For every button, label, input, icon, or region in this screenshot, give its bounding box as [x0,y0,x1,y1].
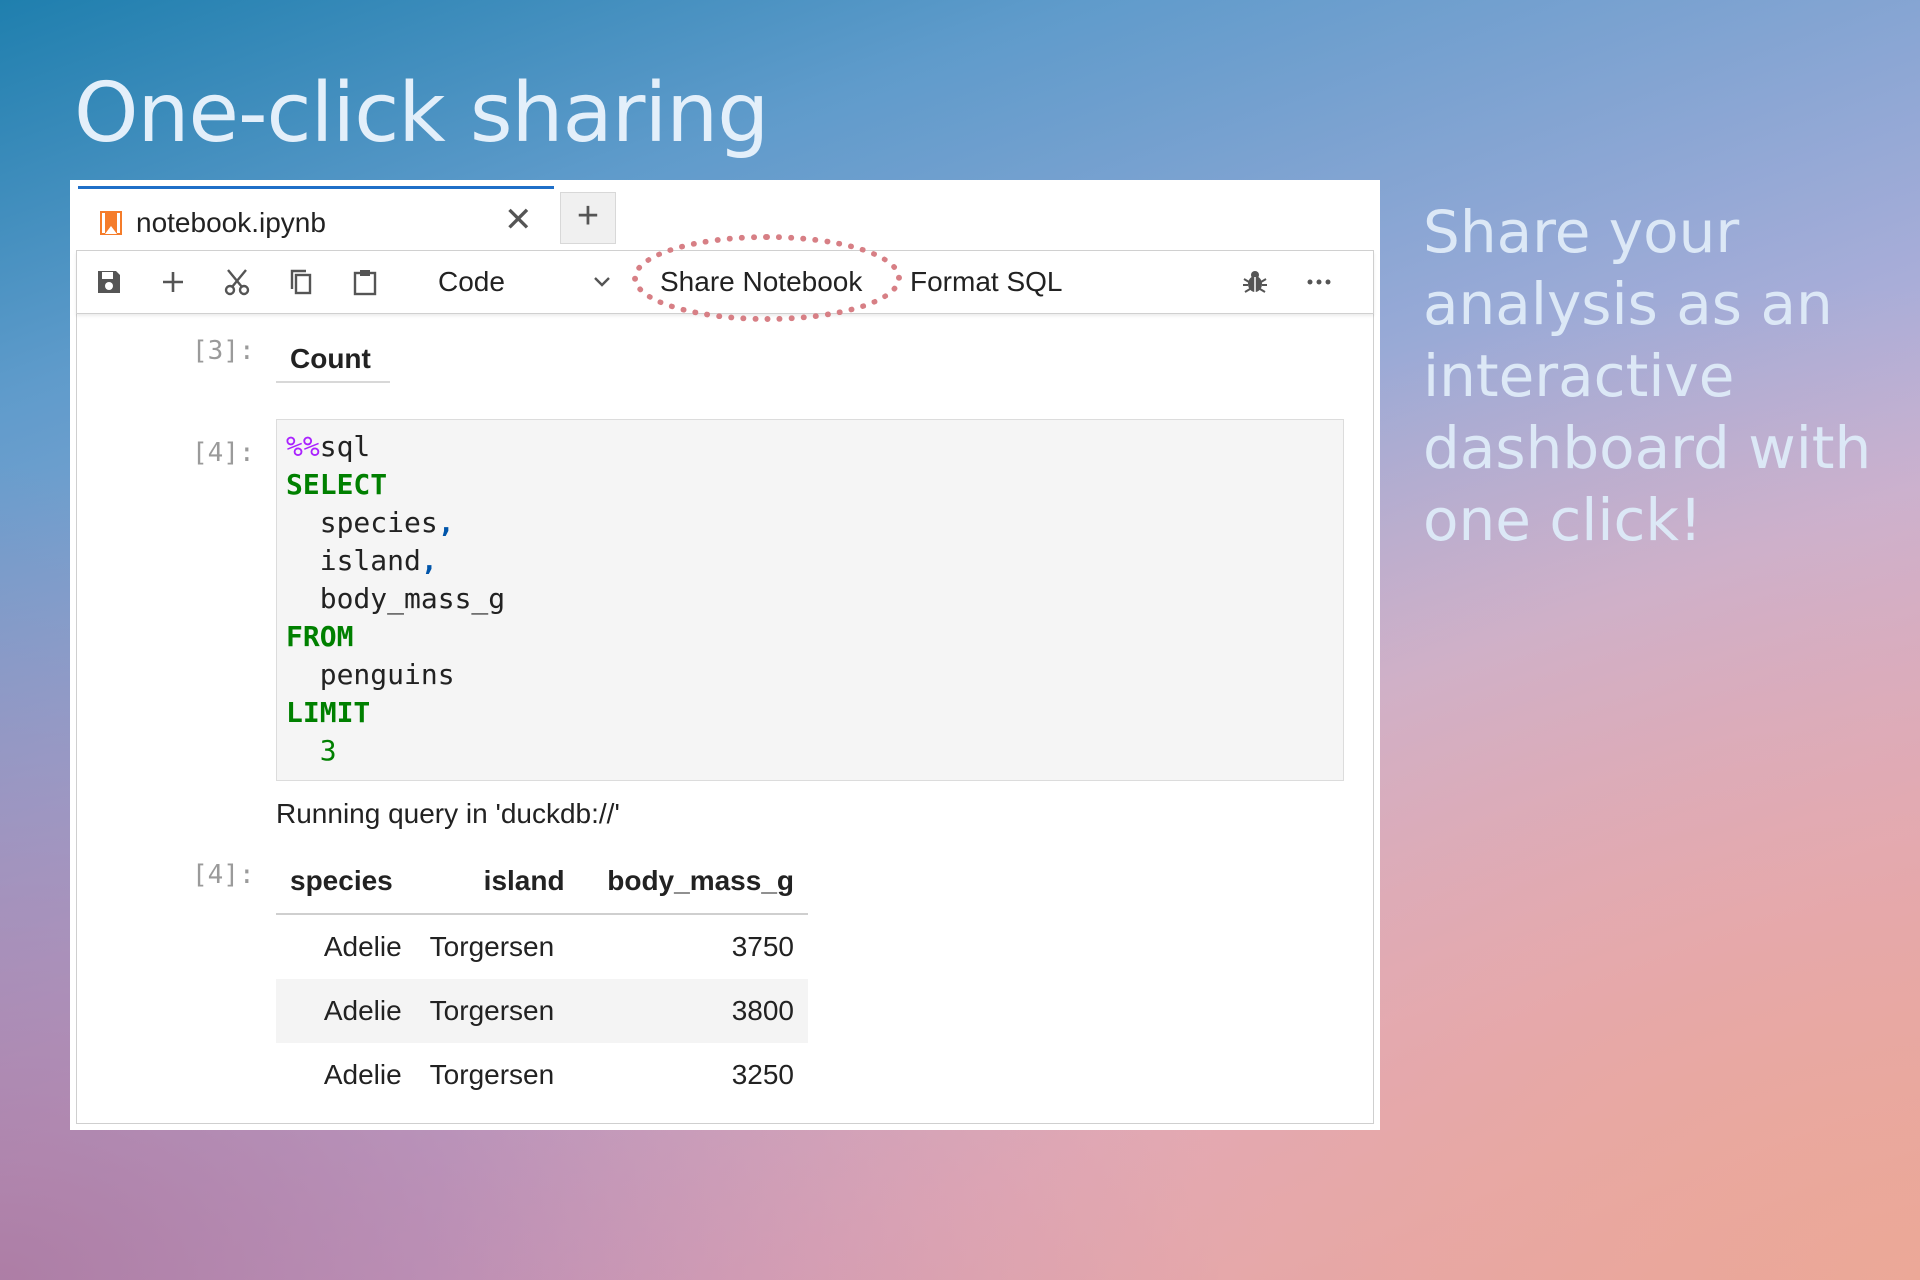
table-cell: Adelie [323,1059,402,1090]
slide-title: One-click sharing [74,66,769,161]
code-line: LIMIT [286,694,1343,732]
code-token: sql [319,430,371,463]
cut-icon[interactable] [222,267,252,297]
close-icon[interactable]: ✕ [504,203,533,237]
cell-prompt: [3]: [192,336,255,366]
code-token: penguins [286,658,455,691]
table-cell: Torgersen [415,979,579,1043]
notebook-window: notebook.ipynb ✕ + Code Share Notebook F… [70,180,1380,1130]
tab-bar: notebook.ipynb ✕ + [76,186,1374,251]
code-line: FROM [286,618,1343,656]
code-token: , [420,544,438,577]
code-line: 3 [286,732,1343,770]
table-row: Adelie Torgersen 3750 [276,914,808,979]
code-token: LIMIT [286,696,371,729]
code-line: SELECT [286,466,1343,504]
running-query-text: Running query in 'duckdb://' [276,798,620,829]
code-line: %%sql [286,428,1343,466]
cell-type-select[interactable]: Code [438,263,618,301]
paste-icon[interactable] [350,267,380,297]
table-header-row: species island body_mass_g [276,849,808,915]
code-line: body_mass_g [286,580,1343,618]
code-token: island [286,544,421,577]
tab-notebook[interactable]: notebook.ipynb ✕ [78,186,554,250]
code-token: FROM [286,620,354,653]
cell-prompt: [4]: [192,438,255,468]
table-header: body_mass_g [578,849,808,915]
code-editor[interactable]: %%sql SELECT species, island, body_mass_g… [276,419,1344,781]
code-token: %% [286,430,320,463]
table-cell: Adelie [323,931,402,962]
code-token: SELECT [286,468,388,501]
share-notebook-button[interactable]: Share Notebook [660,263,862,301]
cell-type-value: Code [438,266,505,297]
table-cell: 3750 [731,931,794,962]
count-output: Count [276,331,390,383]
add-icon[interactable] [158,267,188,297]
notebook-icon [100,211,122,235]
code-token: 3 [286,734,337,767]
code-line: island, [286,542,1343,580]
code-token: species [286,506,438,539]
result-table: species island body_mass_g Adelie Torger… [276,849,808,1107]
format-sql-button[interactable]: Format SQL [910,263,1062,301]
code-line: species, [286,504,1343,542]
table-row: Adelie Torgersen 3800 [276,979,808,1043]
table-cell: 3800 [578,979,808,1043]
save-icon[interactable] [94,267,124,297]
slide-side-text: Share your analysis as an interactive da… [1423,198,1872,554]
code-token: , [437,506,455,539]
code-line: penguins [286,656,1343,694]
table-row: Adelie Torgersen 3250 [276,1043,808,1107]
table-cell: 3250 [731,1059,794,1090]
table-cell: Adelie [276,979,416,1043]
table-cell: Torgersen [429,1059,555,1090]
count-label: Count [290,343,371,374]
tab-filename: notebook.ipynb [136,207,326,238]
notebook-toolbar: Code Share Notebook Format SQL [76,251,1374,314]
more-icon[interactable] [1304,267,1334,297]
table-header: island [415,849,579,915]
bug-icon[interactable] [1240,267,1270,297]
table-header: species [276,849,416,915]
table-cell: Torgersen [429,931,555,962]
chevron-down-icon [590,263,614,301]
new-tab-button[interactable]: + [560,192,616,244]
output-prompt: [4]: [192,860,255,890]
copy-icon[interactable] [286,267,316,297]
code-token: body_mass_g [286,582,506,615]
